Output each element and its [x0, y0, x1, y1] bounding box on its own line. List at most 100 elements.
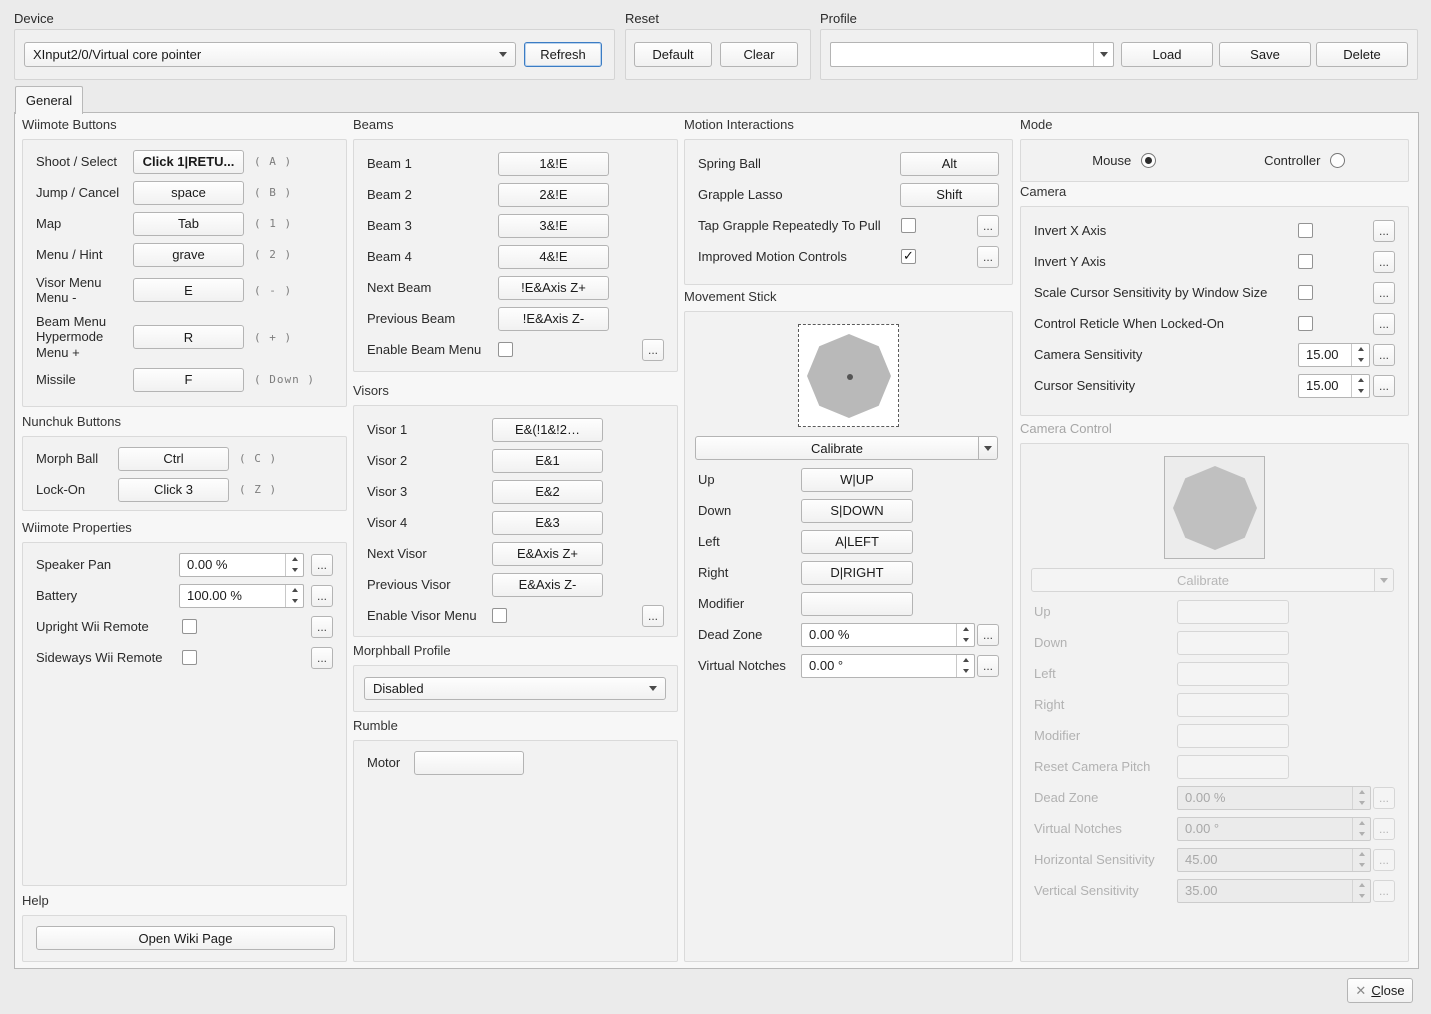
morphball-profile-combobox[interactable]: Disabled — [364, 677, 666, 700]
close-button[interactable]: ✕ Close — [1347, 978, 1413, 1003]
mapping-button-visor-3[interactable]: E&2 — [492, 480, 603, 504]
advanced-button[interactable]: ... — [1373, 282, 1395, 304]
mapping-button-previous-visor[interactable]: E&Axis Z- — [492, 573, 603, 597]
stick-calibration-area — [798, 324, 899, 427]
calibrate-dropdown-arrow[interactable] — [978, 437, 997, 459]
advanced-button[interactable]: ... — [1373, 313, 1395, 335]
invert-y-axis-checkbox[interactable] — [1298, 254, 1313, 269]
spin-up-icon[interactable] — [957, 624, 974, 635]
mapping-button-visor-1[interactable]: E&(!1&!2… — [492, 418, 603, 442]
mapping-row: Menu / Hint grave ( 2 ) — [36, 239, 333, 270]
spin-up-icon[interactable] — [1352, 375, 1369, 386]
advanced-button[interactable]: ... — [1373, 220, 1395, 242]
mapping-button-stick-left[interactable]: A|LEFT — [801, 530, 913, 554]
clear-button[interactable]: Clear — [720, 42, 798, 67]
spin-up-icon[interactable] — [1352, 344, 1369, 355]
improved-motion-controls-checkbox[interactable] — [901, 249, 916, 264]
advanced-button[interactable]: ... — [1373, 344, 1395, 366]
spin-up-icon[interactable] — [286, 554, 303, 565]
advanced-button[interactable]: ... — [977, 246, 999, 268]
tab-general[interactable]: General — [15, 86, 83, 114]
mapping-button-beam-2[interactable]: 2&!E — [498, 183, 609, 207]
mapping-button-morph-ball[interactable]: Ctrl — [118, 447, 229, 471]
mapping-button-spring-ball[interactable]: Alt — [900, 152, 999, 176]
advanced-button[interactable]: ... — [1373, 375, 1395, 397]
mapping-button-visor-menu[interactable]: E — [133, 278, 244, 302]
mapping-button-motor[interactable] — [414, 751, 524, 775]
advanced-button[interactable]: ... — [977, 215, 999, 237]
advanced-button[interactable]: ... — [311, 554, 333, 576]
mapping-button-beam-4[interactable]: 4&!E — [498, 245, 609, 269]
advanced-button[interactable]: ... — [642, 339, 664, 361]
mode-controller-option[interactable]: Controller — [1215, 153, 1396, 168]
controller-radio[interactable] — [1330, 153, 1345, 168]
mapping-button-lock-on[interactable]: Click 3 — [118, 478, 229, 502]
virtual-notches-spinbox[interactable]: 0.00 ° — [801, 654, 975, 678]
calibrate-button[interactable]: Calibrate — [695, 436, 998, 460]
camera-sensitivity-spinbox[interactable]: 15.00 — [1298, 343, 1370, 367]
spin-up-icon[interactable] — [286, 585, 303, 596]
battery-spinbox[interactable]: 100.00 % — [179, 584, 304, 608]
spin-down-icon[interactable] — [1352, 386, 1369, 397]
mapping-button-stick-up[interactable]: W|UP — [801, 468, 913, 492]
advanced-button[interactable]: ... — [311, 616, 333, 638]
mapping-button-beam-3[interactable]: 3&!E — [498, 214, 609, 238]
advanced-button[interactable]: ... — [311, 647, 333, 669]
load-button[interactable]: Load — [1121, 42, 1213, 67]
spin-row: Vertical Sensitivity 35.00 ... — [1034, 875, 1395, 906]
mapping-button-visor-4[interactable]: E&3 — [492, 511, 603, 535]
mapping-row: Missile F ( Down ) — [36, 364, 333, 395]
mapping-button-shoot-select[interactable]: Click 1|RETU... — [133, 150, 244, 174]
mapping-button-menu-hint[interactable]: grave — [133, 243, 244, 267]
profile-combobox-arrow[interactable] — [1093, 43, 1113, 66]
advanced-button[interactable]: ... — [642, 605, 664, 627]
mapping-button-grapple-lasso[interactable]: Shift — [900, 183, 999, 207]
enable-beam-menu-checkbox[interactable] — [498, 342, 513, 357]
profile-combobox[interactable] — [830, 42, 1114, 67]
mapping-button-jump-cancel[interactable]: space — [133, 181, 244, 205]
device-combobox[interactable]: XInput2/0/Virtual core pointer — [24, 42, 516, 67]
mapping-button-previous-beam[interactable]: !E&Axis Z- — [498, 307, 609, 331]
default-button[interactable]: Default — [634, 42, 712, 67]
speaker-pan-spinbox[interactable]: 0.00 % — [179, 553, 304, 577]
invert-x-axis-checkbox[interactable] — [1298, 223, 1313, 238]
mapping-button-beam-1[interactable]: 1&!E — [498, 152, 609, 176]
tap-grapple-checkbox[interactable] — [901, 218, 916, 233]
spin-down-icon[interactable] — [957, 666, 974, 677]
open-wiki-page-button[interactable]: Open Wiki Page — [36, 926, 335, 950]
cursor-sensitivity-spinbox[interactable]: 15.00 — [1298, 374, 1370, 398]
mapping-row: Previous Visor E&Axis Z- — [367, 569, 664, 600]
mapping-button-beam-menu[interactable]: R — [133, 325, 244, 349]
mapping-button-stick-down[interactable]: S|DOWN — [801, 499, 913, 523]
mapping-button-stick-modifier[interactable] — [801, 592, 913, 616]
mode-mouse-option[interactable]: Mouse — [1034, 153, 1215, 168]
mapping-button-visor-2[interactable]: E&1 — [492, 449, 603, 473]
save-button[interactable]: Save — [1219, 42, 1311, 67]
refresh-button[interactable]: Refresh — [524, 42, 602, 67]
upright-wii-remote-checkbox[interactable] — [182, 619, 197, 634]
mouse-radio[interactable] — [1141, 153, 1156, 168]
enable-visor-menu-checkbox[interactable] — [492, 608, 507, 623]
spin-down-icon[interactable] — [957, 635, 974, 646]
mapping-button-stick-right[interactable]: D|RIGHT — [801, 561, 913, 585]
mapping-row: Modifier — [698, 588, 999, 619]
spin-down-icon[interactable] — [286, 596, 303, 607]
delete-button[interactable]: Delete — [1316, 42, 1408, 67]
advanced-button[interactable]: ... — [977, 655, 999, 677]
spin-up-icon[interactable] — [957, 655, 974, 666]
advanced-button[interactable]: ... — [977, 624, 999, 646]
advanced-button[interactable]: ... — [1373, 251, 1395, 273]
mapping-button-map[interactable]: Tab — [133, 212, 244, 236]
mapping-button-next-beam[interactable]: !E&Axis Z+ — [498, 276, 609, 300]
dead-zone-spinbox[interactable]: 0.00 % — [801, 623, 975, 647]
nunchuk-buttons-group: Nunchuk Buttons Morph Ball Ctrl ( C ) Lo… — [22, 414, 347, 511]
mapping-button-next-visor[interactable]: E&Axis Z+ — [492, 542, 603, 566]
control-reticle-checkbox[interactable] — [1298, 316, 1313, 331]
mapping-button-missile[interactable]: F — [133, 368, 244, 392]
advanced-button[interactable]: ... — [311, 585, 333, 607]
spin-down-icon[interactable] — [286, 565, 303, 576]
spin-down-icon[interactable] — [1352, 355, 1369, 366]
check-row: Tap Grapple Repeatedly To Pull ... — [698, 210, 999, 241]
sideways-wii-remote-checkbox[interactable] — [182, 650, 197, 665]
scale-cursor-sensitivity-checkbox[interactable] — [1298, 285, 1313, 300]
